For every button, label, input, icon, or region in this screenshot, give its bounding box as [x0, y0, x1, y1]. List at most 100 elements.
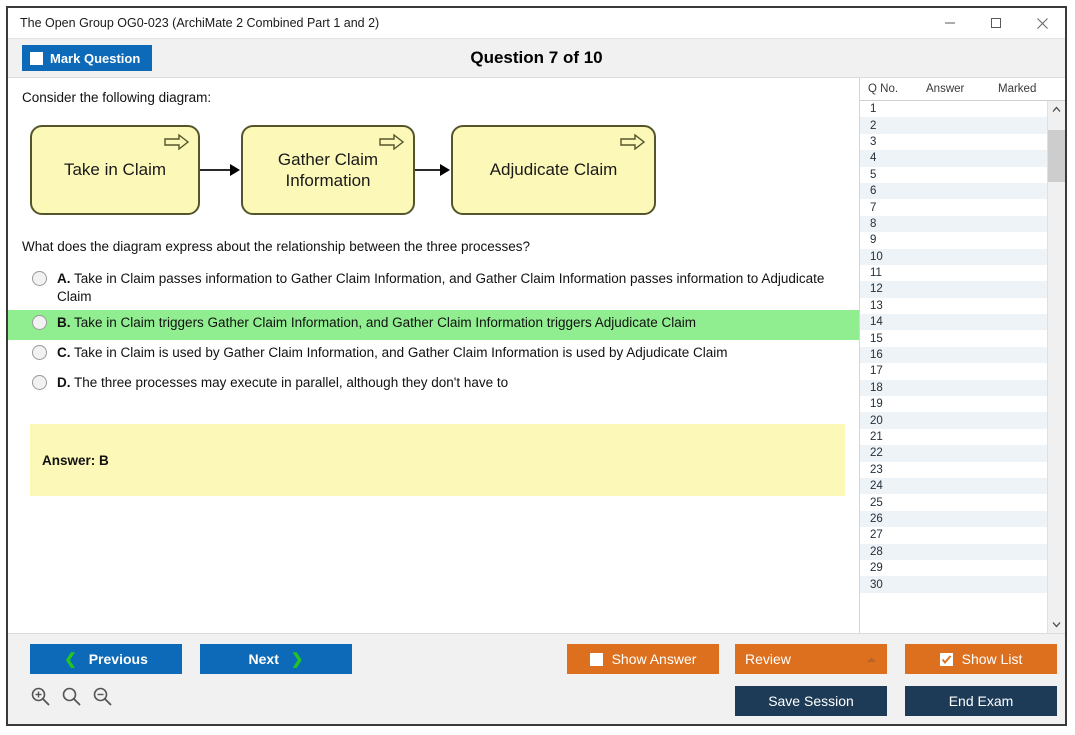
question-list-row[interactable]: 4	[860, 150, 1047, 166]
question-list-scrollbar[interactable]	[1047, 101, 1065, 633]
option-c-text-wrap: C. Take in Claim is used by Gather Claim…	[57, 344, 849, 362]
question-list-row[interactable]: 23	[860, 462, 1047, 478]
question-list-body: 1234567891011121314151617181920212223242…	[860, 101, 1065, 633]
question-content: Consider the following diagram: Take in …	[8, 78, 859, 633]
option-b[interactable]: B. Take in Claim triggers Gather Claim I…	[8, 310, 859, 340]
scrollbar-track[interactable]	[1048, 118, 1065, 616]
option-d[interactable]: D. The three processes may execute in pa…	[8, 370, 859, 400]
question-list-row[interactable]: 16	[860, 347, 1047, 363]
option-c-radio[interactable]	[32, 345, 47, 360]
question-list-row[interactable]: 6	[860, 183, 1047, 199]
process-node-1-label: Take in Claim	[64, 159, 166, 180]
process-node-3: Adjudicate Claim	[451, 125, 656, 215]
row-question-number: 14	[860, 316, 918, 328]
column-header-qno: Q No.	[860, 83, 926, 95]
window-title: The Open Group OG0-023 (ArchiMate 2 Comb…	[8, 16, 927, 30]
title-bar: The Open Group OG0-023 (ArchiMate 2 Comb…	[8, 8, 1065, 39]
option-d-radio[interactable]	[32, 375, 47, 390]
question-list-row[interactable]: 27	[860, 527, 1047, 543]
question-list-row[interactable]: 8	[860, 216, 1047, 232]
mark-question-button[interactable]: Mark Question	[22, 45, 152, 71]
question-list-row[interactable]: 20	[860, 412, 1047, 428]
option-a[interactable]: A. Take in Claim passes information to G…	[8, 266, 859, 310]
question-list-header: Q No. Answer Marked	[860, 78, 1065, 101]
question-list-row[interactable]: 13	[860, 298, 1047, 314]
connector-2	[415, 169, 440, 171]
row-question-number: 24	[860, 480, 918, 492]
row-question-number: 6	[860, 185, 918, 197]
page-title: Question 7 of 10	[8, 48, 1065, 68]
option-d-letter: D.	[57, 375, 71, 390]
end-exam-label: End Exam	[949, 693, 1014, 709]
process-arrow-icon	[164, 133, 190, 151]
option-b-radio[interactable]	[32, 315, 47, 330]
column-header-answer: Answer	[926, 83, 998, 95]
question-list-row[interactable]: 12	[860, 281, 1047, 297]
scroll-down-icon[interactable]	[1048, 616, 1065, 633]
row-question-number: 17	[860, 365, 918, 377]
question-list-row[interactable]: 30	[860, 576, 1047, 592]
maximize-icon[interactable]	[973, 8, 1019, 38]
show-answer-checkbox[interactable]	[590, 653, 603, 666]
save-session-button[interactable]: Save Session	[735, 686, 887, 716]
question-list-row[interactable]: 5	[860, 167, 1047, 183]
archimate-diagram: Take in Claim Gather Claim Information	[8, 113, 859, 233]
question-list-row[interactable]: 26	[860, 511, 1047, 527]
option-c-text: Take in Claim is used by Gather Claim In…	[74, 345, 728, 360]
option-a-text-wrap: A. Take in Claim passes information to G…	[57, 270, 849, 306]
option-b-text: Take in Claim triggers Gather Claim Info…	[74, 315, 696, 330]
row-question-number: 20	[860, 415, 918, 427]
end-exam-button[interactable]: End Exam	[905, 686, 1057, 716]
exam-header: Mark Question Question 7 of 10	[8, 39, 1065, 78]
row-question-number: 11	[860, 267, 918, 279]
question-list-row[interactable]: 22	[860, 445, 1047, 461]
zoom-out-icon[interactable]	[92, 686, 113, 707]
next-button[interactable]: Next ❯	[200, 644, 352, 674]
show-list-button[interactable]: Show List	[905, 644, 1057, 674]
zoom-controls	[30, 686, 113, 707]
zoom-reset-icon[interactable]	[61, 686, 82, 707]
process-node-2: Gather Claim Information	[241, 125, 415, 215]
row-question-number: 27	[860, 529, 918, 541]
question-list-row[interactable]: 21	[860, 429, 1047, 445]
minimize-icon[interactable]	[927, 8, 973, 38]
option-c[interactable]: C. Take in Claim is used by Gather Claim…	[8, 340, 859, 370]
previous-button[interactable]: ❮ Previous	[30, 644, 182, 674]
show-list-checkbox[interactable]	[940, 653, 953, 666]
row-question-number: 2	[860, 120, 918, 132]
question-list-row[interactable]: 18	[860, 380, 1047, 396]
question-list-row[interactable]: 10	[860, 249, 1047, 265]
row-question-number: 18	[860, 382, 918, 394]
scroll-up-icon[interactable]	[1048, 101, 1065, 118]
question-list-row[interactable]: 29	[860, 560, 1047, 576]
mark-question-checkbox[interactable]	[30, 52, 43, 65]
question-list-row[interactable]: 15	[860, 330, 1047, 346]
scrollbar-thumb[interactable]	[1048, 130, 1065, 182]
question-list-row[interactable]: 11	[860, 265, 1047, 281]
row-question-number: 1	[860, 103, 918, 115]
save-session-label: Save Session	[768, 693, 854, 709]
row-question-number: 10	[860, 251, 918, 263]
row-question-number: 13	[860, 300, 918, 312]
chevron-left-icon: ❮	[64, 650, 77, 668]
zoom-in-icon[interactable]	[30, 686, 51, 707]
question-list-row[interactable]: 9	[860, 232, 1047, 248]
question-list-row[interactable]: 3	[860, 134, 1047, 150]
question-list-row[interactable]: 28	[860, 544, 1047, 560]
connector-1-arrowhead	[230, 164, 240, 176]
question-list-row[interactable]: 19	[860, 396, 1047, 412]
option-a-radio[interactable]	[32, 271, 47, 286]
row-question-number: 7	[860, 202, 918, 214]
show-answer-button[interactable]: Show Answer	[567, 644, 719, 674]
question-list-row[interactable]: 14	[860, 314, 1047, 330]
review-dropdown[interactable]: Review	[735, 644, 887, 674]
row-question-number: 15	[860, 333, 918, 345]
question-list-row[interactable]: 17	[860, 363, 1047, 379]
question-list-row[interactable]: 7	[860, 199, 1047, 215]
question-list-row[interactable]: 24	[860, 478, 1047, 494]
next-label: Next	[249, 651, 279, 667]
question-list-row[interactable]: 1	[860, 101, 1047, 117]
close-icon[interactable]	[1019, 8, 1065, 38]
question-list-row[interactable]: 2	[860, 117, 1047, 133]
question-list-row[interactable]: 25	[860, 494, 1047, 510]
